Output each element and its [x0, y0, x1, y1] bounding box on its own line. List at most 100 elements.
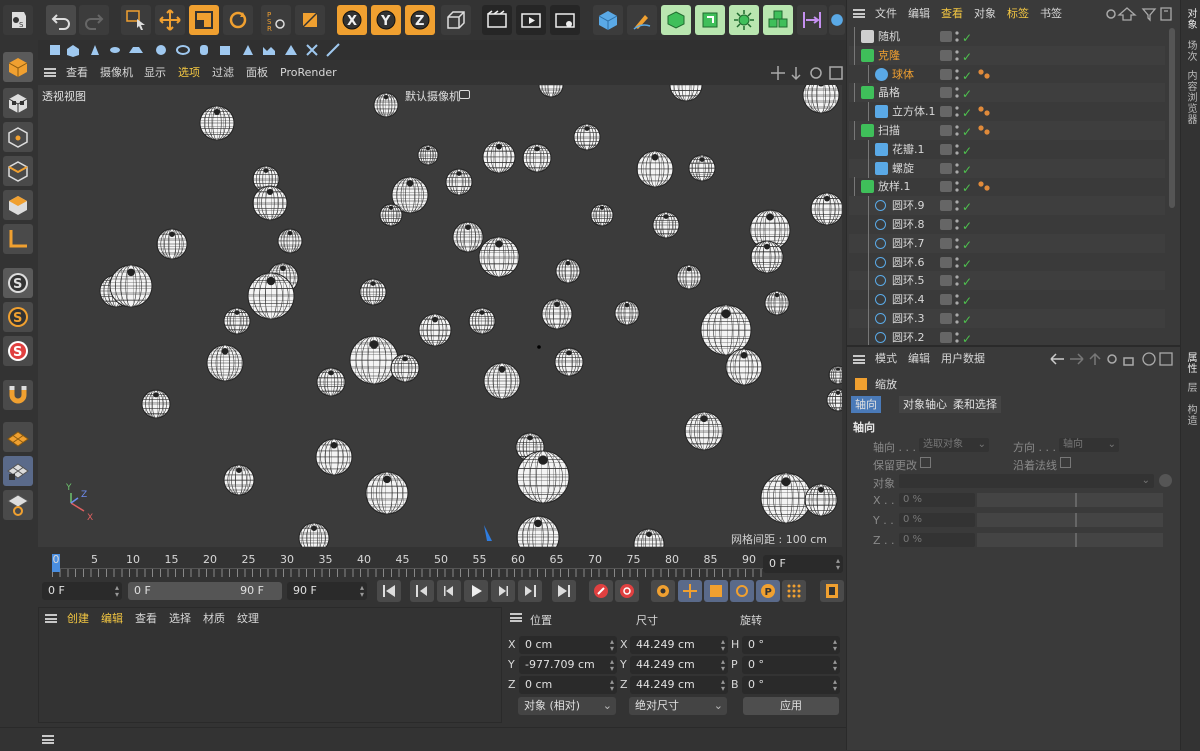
cloner-button[interactable]: [695, 5, 725, 35]
menu-item-4[interactable]: 材质: [203, 610, 225, 628]
object-row[interactable]: 放样.1 ✓: [849, 177, 1165, 197]
layer-swatch[interactable]: [940, 256, 952, 268]
object-row[interactable]: 克隆 ✓: [849, 45, 1165, 65]
object-row[interactable]: 圆环.9 ✓: [849, 196, 1165, 216]
environment-button[interactable]: [829, 5, 845, 35]
key-pla-button[interactable]: [782, 580, 806, 602]
move-button[interactable]: [155, 5, 185, 35]
key-rotation-button[interactable]: [730, 580, 754, 602]
object-link-field[interactable]: ⌄: [899, 474, 1154, 488]
menu-item-2[interactable]: 查看: [135, 610, 157, 628]
object-row[interactable]: 螺旋 ✓: [849, 158, 1165, 178]
next-key-button[interactable]: [518, 580, 542, 602]
menu-item-2[interactable]: 查看: [941, 5, 963, 23]
snap-button[interactable]: S: [3, 268, 33, 298]
attribute-tab-0[interactable]: 轴向: [851, 396, 881, 413]
rotation-field[interactable]: 0 ° ▴ ▾: [742, 676, 840, 694]
preview-range-slider[interactable]: 0 F 90 F: [128, 582, 282, 600]
keyframe-selection-button[interactable]: [651, 580, 675, 602]
render-region-button[interactable]: [482, 5, 512, 35]
locked-workplane-button[interactable]: [3, 456, 33, 486]
visibility-dots-icon[interactable]: [955, 312, 959, 325]
key-position-button[interactable]: [678, 580, 702, 602]
viewport-menu-icon[interactable]: [44, 68, 56, 77]
object-row[interactable]: 花瓣.1 ✓: [849, 139, 1165, 159]
layer-swatch[interactable]: [940, 237, 952, 249]
layer-swatch[interactable]: [940, 331, 952, 343]
tab-structure[interactable]: 构造: [1183, 404, 1198, 426]
layer-swatch[interactable]: [940, 162, 952, 174]
go-to-start-button[interactable]: [377, 580, 401, 602]
deformer-button[interactable]: [797, 5, 827, 35]
menu-item-4[interactable]: 标签: [1007, 5, 1029, 23]
layer-swatch[interactable]: [940, 200, 952, 212]
menu-item-0[interactable]: 创建: [67, 610, 89, 628]
menu-item-1[interactable]: 编辑: [908, 5, 930, 23]
object-row[interactable]: 圆环.7 ✓: [849, 233, 1165, 253]
object-list-scrollbar[interactable]: [1169, 28, 1175, 208]
render-view-button[interactable]: [516, 5, 546, 35]
tab-content-browser[interactable]: 内容浏览器: [1183, 70, 1198, 125]
menu-item-1[interactable]: 摄像机: [100, 64, 133, 82]
y-axis-lock-button[interactable]: Y: [371, 5, 401, 35]
menu-item-4[interactable]: 过滤: [212, 64, 234, 82]
visibility-dots-icon[interactable]: [955, 86, 959, 99]
render-settings-button[interactable]: [550, 5, 580, 35]
tab-objects[interactable]: 对象: [1183, 8, 1198, 30]
material-tag-icon[interactable]: [977, 124, 991, 137]
layer-swatch[interactable]: [940, 313, 952, 324]
object-row[interactable]: 圆环.2 ✓: [849, 327, 1165, 347]
object-menu-icon[interactable]: [853, 9, 865, 18]
perspective-viewport[interactable]: 透视视图 默认摄像机 Y Z X 网格间距 : 100 cm: [38, 85, 842, 547]
size-mode-select[interactable]: 绝对尺寸 ⌄: [629, 697, 727, 715]
go-to-end-button[interactable]: [552, 580, 576, 602]
object-row[interactable]: 晶格 ✓: [849, 83, 1165, 103]
material-tag-icon[interactable]: [977, 68, 991, 81]
visibility-dots-icon[interactable]: [955, 143, 959, 156]
current-frame-field[interactable]: 0 F ▴ ▾: [763, 555, 843, 573]
volume-button[interactable]: [763, 5, 793, 35]
pen-button[interactable]: [627, 5, 657, 35]
menu-item-0[interactable]: 模式: [875, 350, 897, 368]
z-scale-slider[interactable]: [977, 533, 1163, 547]
y-scale-field[interactable]: 0 %: [899, 513, 975, 527]
prev-key-button[interactable]: [410, 580, 434, 602]
pick-object-icon[interactable]: [1159, 474, 1172, 487]
menu-item-5[interactable]: 书签: [1040, 5, 1062, 23]
layer-swatch[interactable]: [940, 49, 952, 61]
layer-swatch[interactable]: [940, 294, 952, 306]
rotate-button[interactable]: [223, 5, 253, 35]
material-tag-icon[interactable]: [977, 105, 991, 118]
visibility-dots-icon[interactable]: [955, 105, 959, 118]
layer-swatch[interactable]: [940, 106, 952, 118]
visibility-dots-icon[interactable]: [955, 124, 959, 137]
material-menu-icon[interactable]: [45, 614, 57, 623]
key-param-button[interactable]: P: [756, 580, 780, 602]
cube-primitive-button[interactable]: [593, 5, 623, 35]
layer-swatch[interactable]: [940, 275, 952, 287]
visibility-dots-icon[interactable]: [955, 30, 959, 43]
object-row[interactable]: 扫描 ✓: [849, 121, 1165, 140]
object-row[interactable]: 圆环.5 ✓: [849, 271, 1165, 291]
undo-button[interactable]: [46, 5, 76, 35]
point-mode-button[interactable]: [3, 122, 33, 152]
size-field[interactable]: 44.249 cm ▴ ▾: [630, 636, 728, 654]
visibility-dots-icon[interactable]: [955, 49, 959, 62]
z-axis-lock-button[interactable]: Z: [405, 5, 435, 35]
end-frame-field[interactable]: 90 F ▴ ▾: [287, 582, 367, 600]
menu-item-3[interactable]: 对象: [974, 5, 996, 23]
layer-swatch[interactable]: [940, 87, 952, 99]
x-scale-slider[interactable]: [977, 493, 1163, 507]
visibility-dots-icon[interactable]: [955, 256, 959, 269]
tab-attributes[interactable]: 属性: [1183, 352, 1198, 374]
keep-changes-checkbox[interactable]: [920, 457, 931, 468]
status-menu-icon[interactable]: [42, 735, 54, 744]
z-scale-field[interactable]: 0 %: [899, 533, 975, 547]
object-row[interactable]: 圆环.4 ✓: [849, 290, 1165, 310]
axis-mode-button[interactable]: [3, 224, 33, 254]
coord-menu-icon[interactable]: [510, 613, 522, 622]
size-field[interactable]: 44.249 cm ▴ ▾: [630, 676, 728, 694]
visibility-dots-icon[interactable]: [955, 274, 959, 287]
layer-swatch[interactable]: [940, 68, 952, 80]
visibility-dots-icon[interactable]: [955, 218, 959, 231]
